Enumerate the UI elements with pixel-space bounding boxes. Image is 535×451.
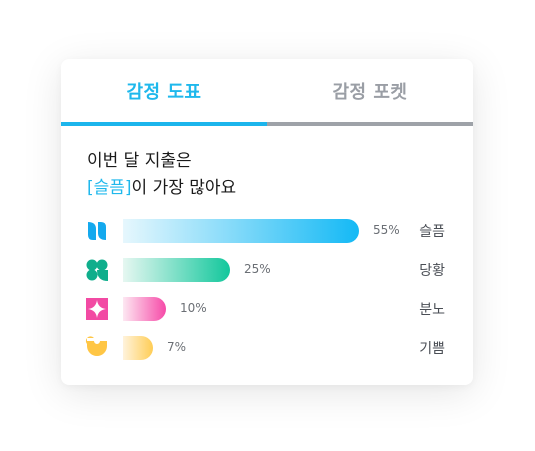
headline-line-2: [슬픔]이 가장 많아요 xyxy=(87,175,236,202)
active-tab-indicator xyxy=(61,122,267,126)
tab-bar: 감정 도표 감정 포켓 xyxy=(61,59,473,126)
headline-line-2-rest: 이 가장 많아요 xyxy=(131,178,237,198)
emotion-percent: 55% xyxy=(373,223,400,237)
emotion-row: 7% 기쁨 xyxy=(61,335,473,361)
emotion-percent: 7% xyxy=(167,340,187,354)
emotion-label: 분노 xyxy=(419,302,445,318)
emotion-label: 슬픔 xyxy=(419,224,445,240)
emotion-bar xyxy=(123,297,166,321)
emotion-label: 당황 xyxy=(419,263,445,279)
headline-line-1: 이번 달 지출은 xyxy=(87,151,192,171)
embarrassment-icon xyxy=(86,259,108,281)
tab-emotion-chart[interactable]: 감정 도표 xyxy=(61,59,267,122)
top-emotion-highlight: [슬픔] xyxy=(87,178,132,198)
emotion-row: 10% 분노 xyxy=(61,296,473,322)
anger-icon xyxy=(86,298,108,320)
joy-icon xyxy=(85,336,107,356)
summary-headline: 이번 달 지출은 [슬픔]이 가장 많아요 xyxy=(87,148,236,202)
emotion-bar xyxy=(123,336,153,360)
emotion-bar xyxy=(123,258,230,282)
emotion-label: 기쁨 xyxy=(419,341,445,357)
emotion-chart-card: 감정 도표 감정 포켓 이번 달 지출은 [슬픔]이 가장 많아요 55% 슬픔… xyxy=(61,59,473,385)
emotion-bar xyxy=(123,219,359,243)
emotion-row: 25% 당황 xyxy=(61,257,473,283)
sadness-icon xyxy=(88,222,106,240)
emotion-row: 55% 슬픔 xyxy=(61,218,473,244)
emotion-percent: 10% xyxy=(180,301,207,315)
inactive-tab-indicator xyxy=(267,122,473,126)
tab-emotion-pocket[interactable]: 감정 포켓 xyxy=(267,59,473,122)
emotion-percent: 25% xyxy=(244,262,271,276)
